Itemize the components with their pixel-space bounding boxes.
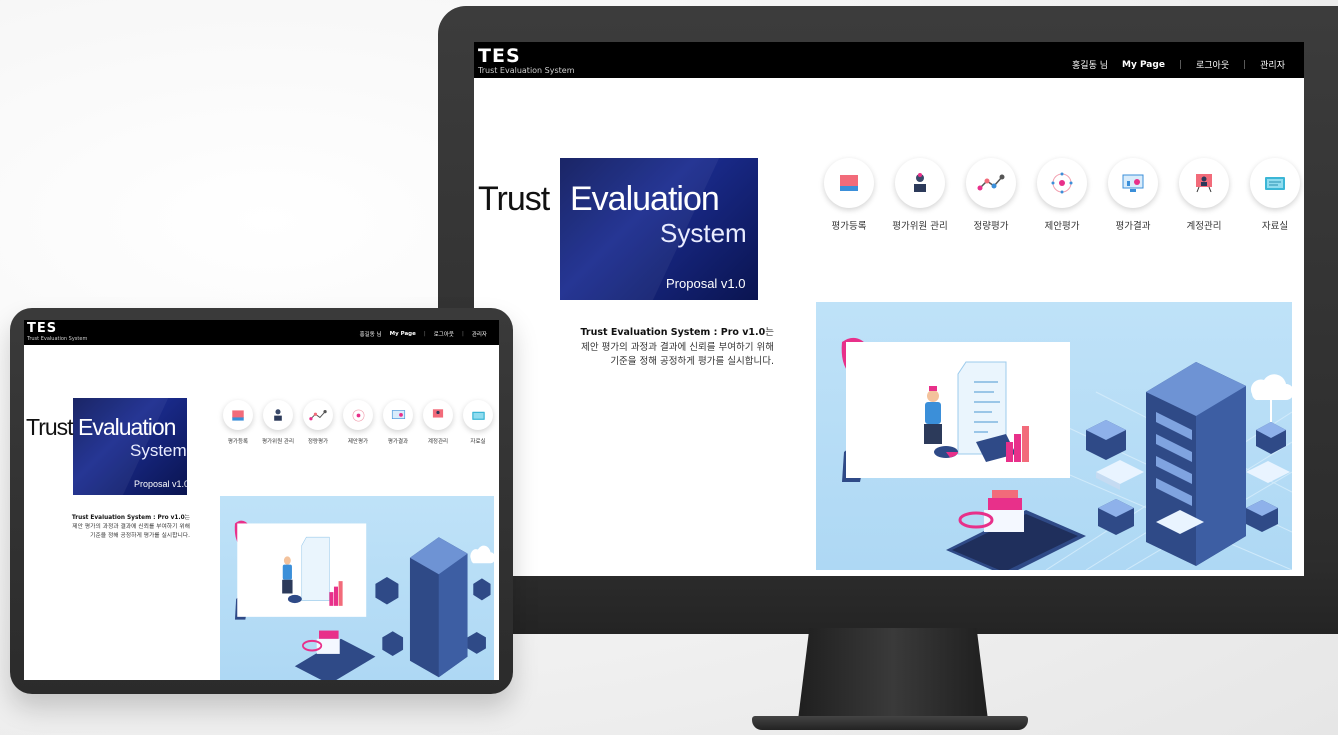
menu-item-account[interactable]: 계정관리 [1169,158,1239,232]
logo-trust-text: Trust [478,180,550,218]
monitor-screen: TES Trust Evaluation System 홍길동 님 My Pag… [474,42,1304,576]
hero-illustration [816,302,1292,570]
menu-label: 평가등록 [831,221,867,232]
menu-label: 평가결과 [1115,221,1151,232]
description-line: 제안 평가의 과정과 결과에 신뢰를 부여하기 위해 [72,523,190,530]
brand[interactable]: TES Trust Evaluation System [478,46,575,76]
menu-item-quantitative[interactable]: 정량평가 [298,400,338,445]
logo-proposal-text: Proposal v1.0 [666,276,746,291]
menu-label: 평가위원 관리 [261,439,295,445]
menu-item-result[interactable]: 평가결과 [1098,158,1168,232]
monitor-stand [798,628,988,720]
logo-evaluation-text: Evaluation [78,414,176,440]
menu-item-proposal[interactable]: 제안평가 [338,400,378,445]
result-icon[interactable] [383,400,413,430]
user-name: 홍길동 님 [359,332,382,338]
top-bar: TES Trust Evaluation System 홍길동 님 My Pag… [24,320,499,345]
menu-label: 평가등록 [227,439,249,445]
menu-item-register[interactable]: 평가등록 [218,400,258,445]
tablet-screen: TES Trust Evaluation System 홍길동 님 My Pag… [24,320,499,680]
archive-icon[interactable] [463,400,493,430]
main-menu: 평가등록 평가위원 관리 정량평가 제안평가 평가결과 계정관리 자료실 [218,400,498,445]
nav-separator: | [1178,59,1182,70]
evaluator-icon[interactable] [263,400,293,430]
menu-label: 정량평가 [307,439,329,445]
evaluator-icon[interactable] [895,158,945,208]
logout-link[interactable]: 로그아웃 [1196,58,1229,71]
hero-illustration [220,496,494,680]
menu-label: 자료실 [1261,221,1289,232]
menu-label: 평가위원 관리 [892,221,948,232]
system-description: Trust Evaluation System : Pro v1.0는 제안 평… [534,326,774,370]
brand[interactable]: TES Trust Evaluation System [27,322,87,343]
proposal-icon[interactable] [343,400,373,430]
menu-item-proposal[interactable]: 제안평가 [1027,158,1097,232]
brand-subtitle: Trust Evaluation System [478,66,575,75]
menu-item-archive[interactable]: 자료실 [458,400,498,445]
quantitative-icon[interactable] [966,158,1016,208]
nav-separator: | [423,331,426,337]
mypage-link[interactable]: My Page [1122,60,1165,70]
register-icon[interactable] [223,400,253,430]
menu-item-quantitative[interactable]: 정량평가 [956,158,1026,232]
user-name: 홍길동 님 [1072,61,1108,71]
menu-item-result[interactable]: 평가결과 [378,400,418,445]
register-icon[interactable] [824,158,874,208]
main-menu: 평가등록 평가위원 관리 정량평가 제안평가 평가결과 계정관리 자료실 [814,158,1304,232]
description-suffix: 는 [184,515,190,521]
brand-title: TES [478,45,521,67]
description-title: Trust Evaluation System : Pro v1.0 [71,515,185,521]
archive-icon[interactable] [1250,158,1300,208]
brand-title: TES [27,321,58,336]
admin-link[interactable]: 관리자 [1260,58,1285,71]
description-suffix: 는 [765,327,774,338]
logout-link[interactable]: 로그아웃 [434,330,454,338]
menu-item-archive[interactable]: 자료실 [1240,158,1304,232]
menu-item-evaluator[interactable]: 평가위원 관리 [885,158,955,232]
nav-separator: | [1243,59,1247,70]
menu-label: 계정관리 [427,439,449,445]
monitor-stand-base [752,716,1028,730]
user-nav: 홍길동 님 My Page | 로그아웃 | 관리자 [356,330,491,338]
mypage-link[interactable]: My Page [390,331,416,337]
result-icon[interactable] [1108,158,1158,208]
user-nav: 홍길동 님 My Page | 로그아웃 | 관리자 [1065,58,1292,72]
menu-label: 계정관리 [1186,221,1222,232]
menu-label: 제안평가 [1044,221,1080,232]
menu-label: 제안평가 [347,439,369,445]
account-icon[interactable] [423,400,453,430]
menu-label: 정량평가 [973,221,1009,232]
description-line: 기준을 정해 공정하게 평가를 실시합니다. [610,356,774,368]
menu-label: 평가결과 [387,439,409,445]
logo-proposal-text: Proposal v1.0 [134,479,190,489]
description-line: 기준을 정해 공정하게 평가를 실시합니다. [90,532,190,539]
logo-evaluation-text: Evaluation [570,180,720,218]
menu-item-evaluator[interactable]: 평가위원 관리 [258,400,298,445]
logo-system-text: System [130,441,187,460]
top-bar: TES Trust Evaluation System 홍길동 님 My Pag… [474,42,1304,78]
nav-separator: | [461,331,464,337]
quantitative-icon[interactable] [303,400,333,430]
account-icon[interactable] [1179,158,1229,208]
menu-item-account[interactable]: 계정관리 [418,400,458,445]
menu-label: 자료실 [470,439,486,445]
logo-system-text: System [660,218,747,248]
description-title: Trust Evaluation System : Pro v1.0 [580,327,766,338]
brand-subtitle: Trust Evaluation System [27,336,88,342]
system-description: Trust Evaluation System : Pro v1.0는 제안 평… [44,514,190,541]
logo-trust-text: Trust [26,414,74,440]
proposal-icon[interactable] [1037,158,1087,208]
menu-item-register[interactable]: 평가등록 [814,158,884,232]
description-line: 제안 평가의 과정과 결과에 신뢰를 부여하기 위해 [581,341,774,353]
admin-link[interactable]: 관리자 [472,330,487,338]
